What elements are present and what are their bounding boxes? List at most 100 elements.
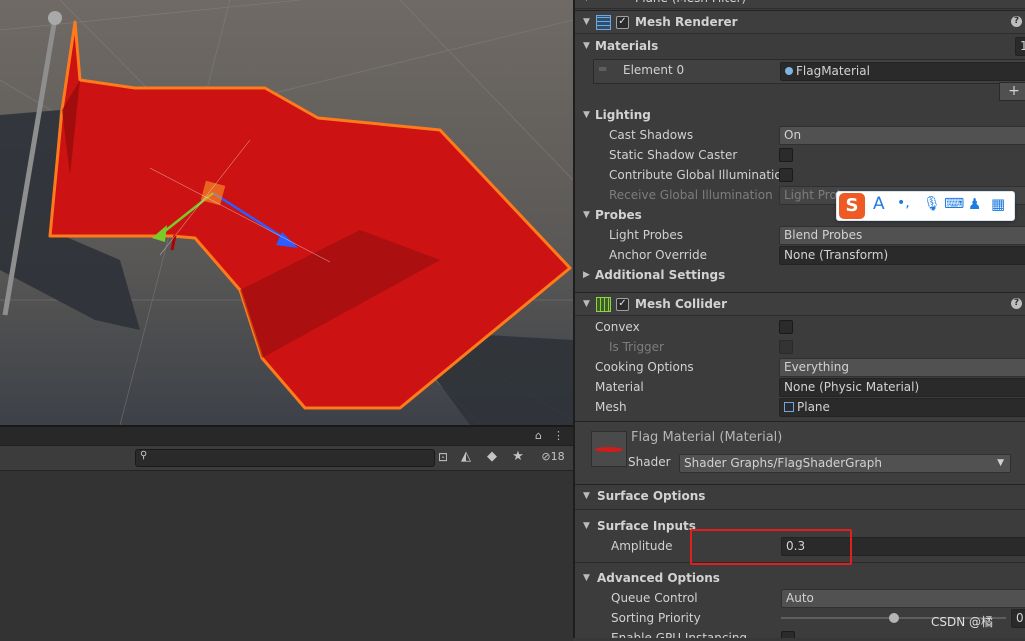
favorites-star-icon[interactable]: ★ [510, 448, 526, 466]
contribute-gi-row: Contribute Global Illumination [575, 165, 1025, 185]
convex-row: Convex [575, 317, 1025, 337]
material-title: Flag Material (Material) [631, 430, 783, 445]
foldout-arrow-icon[interactable]: ▼ [583, 205, 590, 225]
foldout-arrow-icon[interactable]: ▼ [583, 568, 590, 588]
cast-shadows-dropdown[interactable]: On [779, 126, 1025, 145]
scene-canvas[interactable] [0, 0, 573, 425]
is-trigger-row: Is Trigger [575, 337, 1025, 357]
contribute-gi-checkbox[interactable] [779, 168, 793, 182]
mesh-field[interactable]: Plane [779, 398, 1025, 417]
filter-by-type-icon[interactable]: ◭ [458, 448, 474, 466]
mesh-collider-icon [596, 297, 611, 312]
hidden-packages-toggle[interactable]: ⊘18 [535, 448, 571, 466]
scene-view[interactable] [0, 0, 573, 425]
mesh-collider-header[interactable]: ▼ ✓ Mesh Collider ? [575, 292, 1025, 316]
amplitude-label: Amplitude [611, 539, 673, 553]
kebab-menu-icon[interactable]: ⋮ [553, 427, 564, 445]
element0-value: FlagMaterial [796, 64, 870, 78]
label-tag-icon[interactable]: ◆ [484, 448, 500, 466]
dropdown-arrow-icon: ▼ [997, 458, 1004, 468]
mesh-renderer-enabled-checkbox[interactable]: ✓ [616, 16, 629, 29]
sorting-priority-slider-handle[interactable] [889, 613, 899, 623]
materials-row[interactable]: ▼ Materials 1 [575, 36, 1025, 56]
queue-control-dropdown[interactable]: Auto [781, 589, 1025, 608]
mesh-collider-title: Mesh Collider [635, 297, 727, 311]
eye-slash-icon: ⊘ [541, 450, 551, 463]
project-search-input[interactable]: ⚲ [135, 449, 435, 467]
mesh-filter-title: Plane (Mesh Filter) [635, 0, 746, 8]
contribute-gi-label: Contribute Global Illumination [609, 168, 790, 182]
ime-mode-button[interactable]: A [873, 194, 885, 214]
drag-handle-icon[interactable]: ═ [599, 62, 606, 76]
project-tab-bar: ⌂ ⋮ [0, 427, 573, 446]
microphone-icon[interactable]: 🎙 [923, 196, 941, 212]
additional-settings-label: Additional Settings [595, 268, 726, 282]
sogou-logo-icon[interactable]: S [839, 193, 865, 219]
gpu-instancing-checkbox[interactable] [781, 631, 795, 638]
ime-toolbar[interactable]: S A •, 🎙 ⌨ ♟ ▦ [836, 191, 1015, 221]
foldout-arrow-icon[interactable]: ▼ [583, 486, 590, 506]
project-content[interactable] [0, 471, 573, 641]
anchor-override-row: Anchor Override None (Transform) [575, 245, 1025, 265]
advanced-options-foldout[interactable]: ▼ Advanced Options [575, 568, 1025, 588]
cooking-options-label: Cooking Options [595, 360, 694, 374]
skin-shirt-icon[interactable]: ♟ [968, 195, 981, 213]
toolbox-grid-icon[interactable]: ▦ [991, 195, 1005, 213]
cooking-options-dropdown[interactable]: Everything [779, 358, 1025, 377]
sorting-priority-input[interactable]: 0 [1011, 609, 1025, 628]
materials-list: ═ Element 0 FlagMaterial [593, 59, 1025, 84]
foldout-arrow-icon[interactable]: ▼ [583, 516, 590, 536]
mesh-grid-icon [784, 402, 794, 412]
search-icon: ⚲ [140, 450, 148, 461]
shader-dropdown[interactable]: Shader Graphs/FlagShaderGraph ▼ [679, 454, 1011, 473]
material-sphere-icon [785, 67, 793, 75]
cooking-options-row: Cooking Options Everything [575, 357, 1025, 377]
help-icon[interactable]: ? [1011, 298, 1022, 309]
static-shadow-row: Static Shadow Caster [575, 145, 1025, 165]
lock-icon[interactable]: ⌂ [535, 427, 542, 445]
surface-options-foldout[interactable]: ▼ Surface Options [575, 486, 1025, 506]
help-icon[interactable]: ? [1011, 16, 1022, 27]
shader-label: Shader [628, 455, 671, 469]
pole-top [48, 11, 62, 25]
lighting-foldout[interactable]: ▼ Lighting [575, 105, 1025, 125]
light-probes-dropdown[interactable]: Blend Probes [779, 226, 1025, 245]
search-by-type-icon[interactable]: ⊡ [435, 448, 451, 466]
mesh-filter-header[interactable]: ▼ Plane (Mesh Filter) [575, 0, 1025, 9]
mesh-value: Plane [797, 400, 830, 414]
anchor-override-field[interactable]: None (Transform) [779, 246, 1025, 265]
surface-inputs-label: Surface Inputs [597, 519, 696, 533]
queue-control-row: Queue Control Auto [575, 588, 1025, 608]
sorting-priority-label: Sorting Priority [611, 611, 701, 625]
foldout-arrow-icon[interactable]: ▼ [583, 293, 590, 315]
cast-shadows-row: Cast Shadows On [575, 125, 1025, 145]
physic-material-field[interactable]: None (Physic Material) [779, 378, 1025, 397]
static-shadow-checkbox[interactable] [779, 148, 793, 162]
keyboard-icon[interactable]: ⌨ [944, 196, 964, 212]
element0-label: Element 0 [623, 63, 685, 77]
convex-checkbox[interactable] [779, 320, 793, 334]
hidden-count: 18 [550, 450, 565, 463]
mesh-renderer-title: Mesh Renderer [635, 15, 738, 29]
add-material-button[interactable]: + [999, 82, 1025, 101]
light-probes-label: Light Probes [609, 228, 684, 242]
mesh-renderer-header[interactable]: ▼ ✓ Mesh Renderer ? [575, 10, 1025, 34]
foldout-arrow-icon[interactable]: ▼ [583, 11, 590, 33]
receive-gi-label: Receive Global Illumination [609, 188, 773, 202]
gpu-instancing-label: Enable GPU Instancing [611, 631, 748, 638]
additional-settings-foldout[interactable]: ▶ Additional Settings [575, 265, 1025, 285]
convex-label: Convex [595, 320, 640, 334]
ime-punctuation-button[interactable]: •, [897, 195, 910, 211]
mesh-collider-enabled-checkbox[interactable]: ✓ [616, 298, 629, 311]
is-trigger-label: Is Trigger [609, 340, 664, 354]
foldout-arrow-icon[interactable]: ▼ [583, 36, 590, 56]
materials-count-field[interactable]: 1 [1015, 37, 1025, 56]
static-shadow-label: Static Shadow Caster [609, 148, 738, 162]
foldout-arrow-right-icon[interactable]: ▶ [583, 265, 590, 285]
foldout-arrow-icon[interactable]: ▼ [583, 105, 590, 125]
probes-label: Probes [595, 208, 642, 222]
cast-shadows-label: Cast Shadows [609, 128, 694, 142]
material-preview [591, 431, 627, 467]
highlight-annotation-box [690, 529, 852, 565]
element0-field[interactable]: FlagMaterial [780, 62, 1025, 81]
